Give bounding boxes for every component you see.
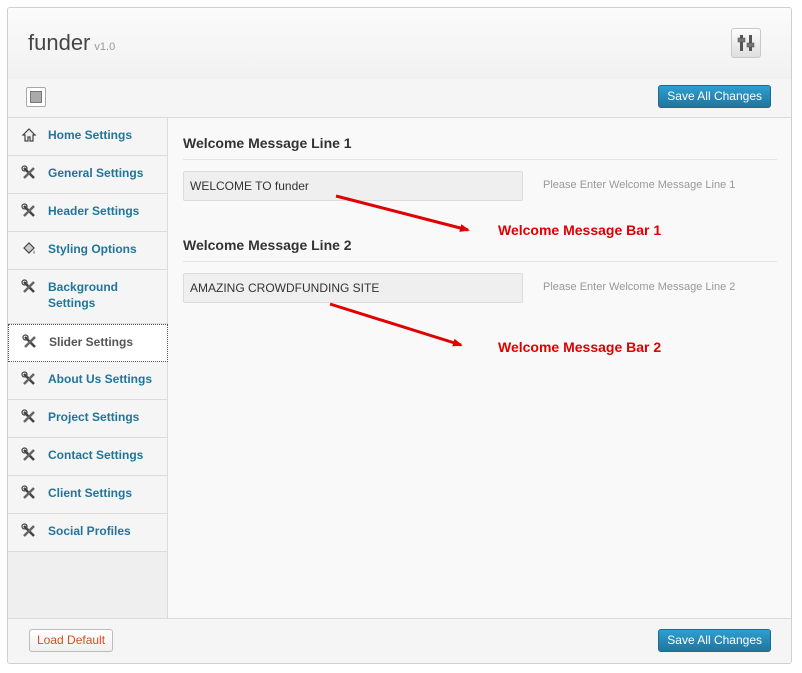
sidebar-item-slider-settings[interactable]: Slider Settings <box>8 324 168 362</box>
sidebar-item-client-settings[interactable]: Client Settings <box>8 476 167 514</box>
sidebar-item-background-settings[interactable]: Background Settings <box>8 270 167 324</box>
panel-footer: Load Default Save All Changes <box>8 618 791 663</box>
top-toolbar: Save All Changes <box>8 79 791 118</box>
sidebar-item-about-us-settings[interactable]: About Us Settings <box>8 362 167 400</box>
sidebar-item-label: General Settings <box>48 166 144 180</box>
sidebar-item-label: Home Settings <box>48 128 133 142</box>
paint-bucket-icon <box>21 241 37 257</box>
annotation-arrows <box>329 194 470 347</box>
sidebar-item-social-profiles[interactable]: Social Profiles <box>8 514 167 552</box>
tools-icon <box>22 334 38 350</box>
arrow-to-input-1 <box>335 194 470 232</box>
sidebar-item-label: Slider Settings <box>49 335 134 349</box>
tools-icon <box>21 409 37 425</box>
sidebar-item-project-settings[interactable]: Project Settings <box>8 400 167 438</box>
save-all-changes-button-top[interactable]: Save All Changes <box>658 85 771 108</box>
sidebar-item-contact-settings[interactable]: Contact Settings <box>8 438 167 476</box>
app-name: funder <box>28 30 91 55</box>
settings-sidebar: Home Settings General Settings Header Se… <box>8 118 168 618</box>
sliders-icon <box>731 28 761 58</box>
sidebar-item-label: Background Settings <box>48 280 119 310</box>
load-default-button[interactable]: Load Default <box>29 629 114 652</box>
tools-icon <box>21 165 37 181</box>
tools-icon <box>21 279 37 295</box>
sidebar-item-home-settings[interactable]: Home Settings <box>8 118 167 156</box>
sidebar-item-label: Social Profiles <box>48 524 131 538</box>
options-panel: funder v1.0 Save All Changes Home Setting… <box>7 7 792 664</box>
app-version: v1.0 <box>94 41 116 53</box>
app-title: funder v1.0 <box>28 30 115 56</box>
tools-icon <box>21 447 37 463</box>
settings-content: Welcome Message Line 1 WELCOME TO funder… <box>168 118 791 618</box>
tools-icon <box>21 371 37 387</box>
sidebar-item-label: Contact Settings <box>48 448 144 462</box>
sidebar-item-styling-options[interactable]: Styling Options <box>8 232 167 270</box>
sidebar-item-label: Header Settings <box>48 204 140 218</box>
tools-icon <box>21 523 37 539</box>
sidebar-item-label: Client Settings <box>48 486 133 500</box>
sidebar-item-label: About Us Settings <box>48 372 152 386</box>
sidebar-item-header-settings[interactable]: Header Settings <box>8 194 167 232</box>
sidebar-item-label: Project Settings <box>48 410 140 424</box>
annotation-welcome-bar-1: Welcome Message Bar 1 <box>498 222 662 238</box>
tools-icon <box>21 203 37 219</box>
annotation-welcome-bar-2: Welcome Message Bar 2 <box>498 339 662 355</box>
panel-header: funder v1.0 <box>8 8 791 80</box>
tools-icon <box>21 485 37 501</box>
arrow-to-input-2 <box>329 302 463 347</box>
home-icon <box>21 127 37 143</box>
sidebar-item-general-settings[interactable]: General Settings <box>8 156 167 194</box>
save-all-changes-button-bottom[interactable]: Save All Changes <box>658 629 771 652</box>
sidebar-item-label: Styling Options <box>48 242 137 256</box>
sidebar-toggle-button[interactable] <box>26 87 46 107</box>
